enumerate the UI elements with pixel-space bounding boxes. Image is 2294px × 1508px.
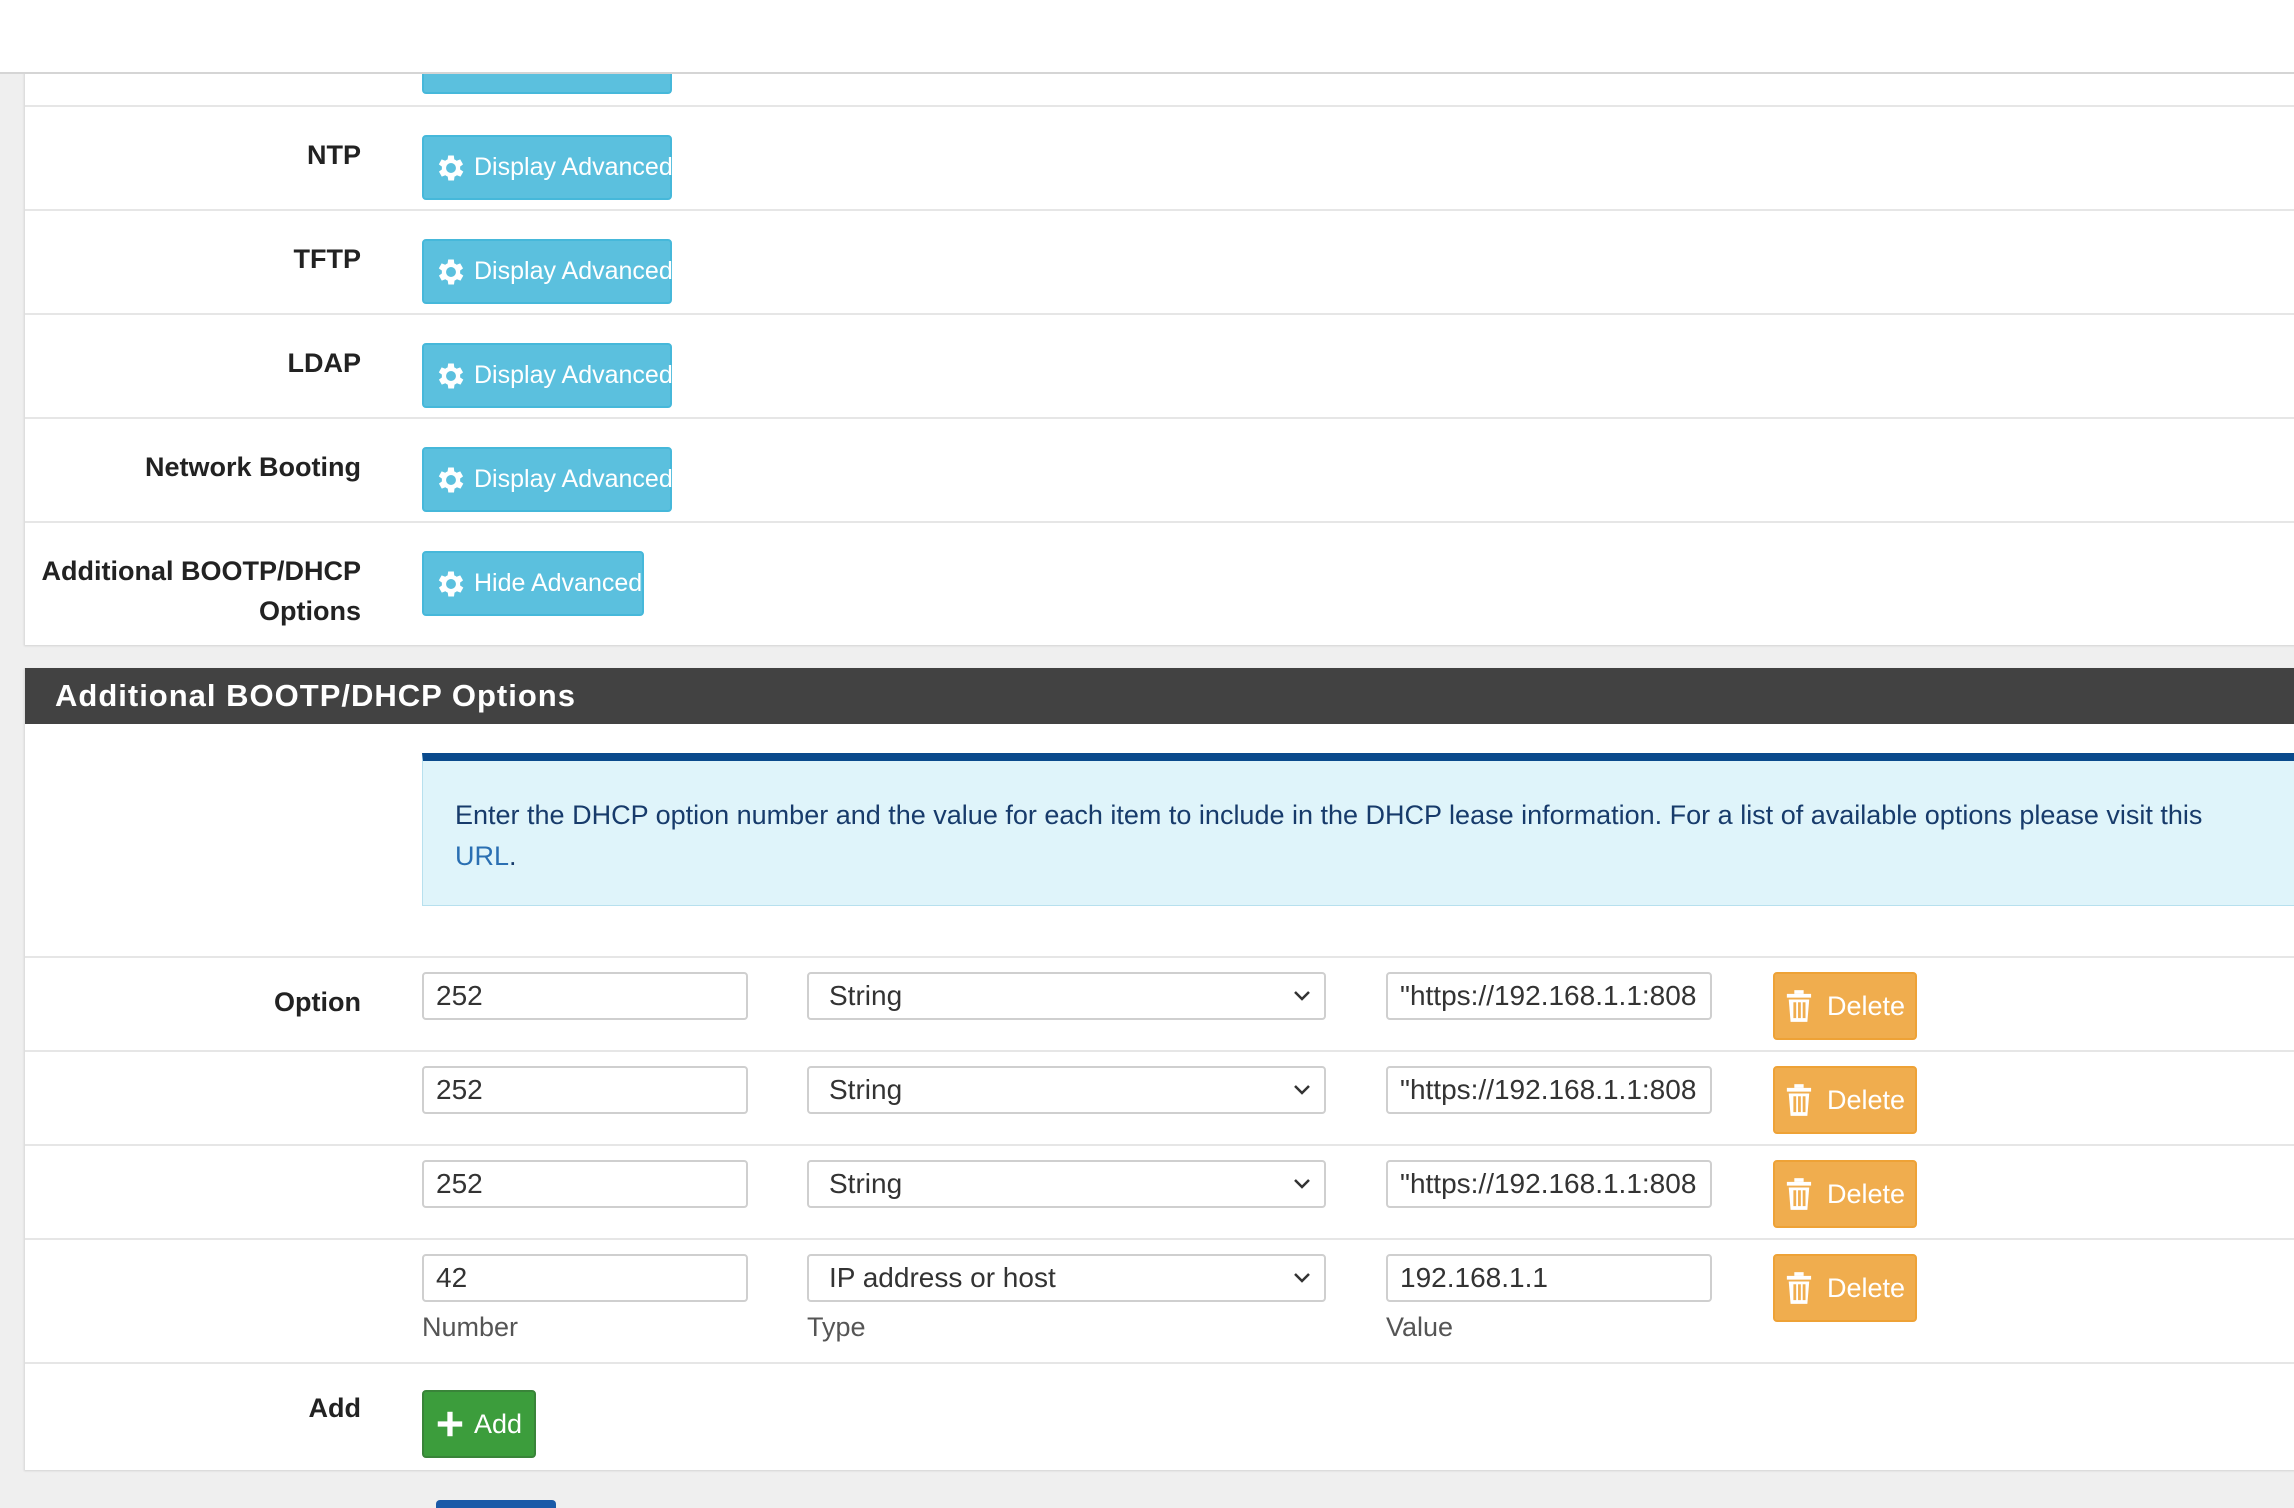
ntp-button-label: Display Advanced (474, 153, 673, 181)
value-input[interactable]: "https://192.168.1.1:808 (1386, 1066, 1712, 1114)
chevron-down-icon (1294, 1273, 1310, 1283)
number-input[interactable]: 252 (422, 1160, 748, 1208)
row-ldap: LDAP Display Advanced (25, 313, 2294, 419)
tftp-button-label: Display Advanced (474, 257, 673, 285)
gear-icon (438, 571, 464, 596)
delete-label: Delete (1826, 990, 1905, 1021)
add-button[interactable]: Add (422, 1390, 536, 1458)
option-row: 252 String "https://192.168.1.1:808 Dele… (25, 1144, 2294, 1240)
add-button-label: Add (473, 1408, 522, 1439)
trash-icon (1786, 1272, 1812, 1304)
ldap-display-advanced-button[interactable]: Display Advanced (422, 343, 673, 408)
gear-icon (438, 259, 464, 284)
row-label-network-booting: Network Booting (145, 452, 361, 482)
section-heading: Additional BOOTP/DHCP Options (25, 668, 2294, 724)
top-navbar (0, 0, 2294, 74)
value-column-label: Value (1386, 1312, 1454, 1342)
trash-icon (1786, 990, 1812, 1022)
type-select-value: IP address or host (829, 1262, 1056, 1293)
delete-button[interactable]: Delete (1773, 972, 1917, 1040)
hide-advanced-label: Hide Advanced (474, 569, 643, 597)
advanced-settings-panel: NTP Display Advanced TFTP Display Advanc… (24, 0, 2294, 645)
number-column-label: Number (422, 1312, 519, 1342)
delete-label: Delete (1826, 1178, 1905, 1209)
delete-label: Delete (1826, 1084, 1905, 1115)
delete-button[interactable]: Delete (1773, 1160, 1917, 1228)
row-label-additional-bootp: Additional BOOTP/DHCP Options (41, 551, 362, 631)
number-input[interactable]: 252 (422, 972, 748, 1020)
ntp-display-advanced-button[interactable]: Display Advanced (422, 135, 673, 200)
option-label: Option (274, 987, 361, 1017)
plus-icon (437, 1411, 463, 1437)
row-network-booting: Network Booting Display Advanced (25, 417, 2294, 523)
trash-icon (1786, 1084, 1812, 1116)
option-row: 252 String "https://192.168.1.1:808 Dele… (25, 1050, 2294, 1146)
info-text: Enter the DHCP option number and the val… (455, 800, 2203, 830)
row-label-ntp: NTP (307, 140, 361, 170)
ldap-button-label: Display Advanced (474, 361, 673, 389)
value-input[interactable]: "https://192.168.1.1:808 (1386, 972, 1712, 1020)
option-row: Option 252 String "https://192.168.1.1:8… (25, 956, 2294, 1052)
value-input[interactable]: 192.168.1.1 (1386, 1254, 1712, 1302)
gear-icon (438, 155, 464, 180)
delete-label: Delete (1826, 1272, 1905, 1303)
hide-advanced-button[interactable]: Hide Advanced (422, 551, 644, 616)
type-select[interactable]: IP address or host (807, 1254, 1326, 1302)
type-select-value: String (829, 1168, 903, 1199)
row-label-tftp: TFTP (293, 244, 362, 274)
type-select-value: String (829, 1074, 903, 1105)
delete-button[interactable]: Delete (1773, 1254, 1917, 1322)
value-input[interactable]: "https://192.168.1.1:808 (1386, 1160, 1712, 1208)
info-alert: Enter the DHCP option number and the val… (422, 753, 2294, 906)
row-tftp: TFTP Display Advanced (25, 209, 2294, 315)
info-url-link[interactable]: URL (455, 841, 509, 871)
row-label-line2: Options (259, 596, 361, 626)
trash-icon (1786, 1178, 1812, 1210)
row-label-line1: Additional BOOTP/DHCP (41, 556, 362, 586)
number-input[interactable]: 252 (422, 1066, 748, 1114)
type-select[interactable]: String (807, 1160, 1326, 1208)
type-column-label: Type (807, 1312, 866, 1342)
network-booting-display-advanced-button[interactable]: Display Advanced (422, 447, 673, 512)
bootp-options-panel: Additional BOOTP/DHCP Options Enter the … (24, 668, 2294, 1470)
partial-save-button[interactable] (436, 1500, 556, 1508)
chevron-down-icon (1294, 1179, 1310, 1189)
info-suffix: . (509, 841, 517, 871)
row-label-ldap: LDAP (287, 348, 362, 378)
gear-icon (438, 363, 464, 388)
delete-button[interactable]: Delete (1773, 1066, 1917, 1134)
add-row: Add Add (25, 1362, 2294, 1472)
gear-icon (438, 467, 464, 492)
type-select-value: String (829, 980, 903, 1011)
network-booting-button-label: Display Advanced (474, 465, 673, 493)
add-label: Add (308, 1393, 361, 1423)
number-input[interactable]: 42 (422, 1254, 748, 1302)
chevron-down-icon (1294, 991, 1310, 1001)
type-select[interactable]: String (807, 1066, 1326, 1114)
chevron-down-icon (1294, 1085, 1310, 1095)
row-ntp: NTP Display Advanced (25, 105, 2294, 211)
tftp-display-advanced-button[interactable]: Display Advanced (422, 239, 673, 304)
type-select[interactable]: String (807, 972, 1326, 1020)
row-additional-bootp: Additional BOOTP/DHCP Options Hide Advan… (25, 521, 2294, 647)
option-row: 42 IP address or host 192.168.1.1 Delete… (25, 1238, 2294, 1364)
